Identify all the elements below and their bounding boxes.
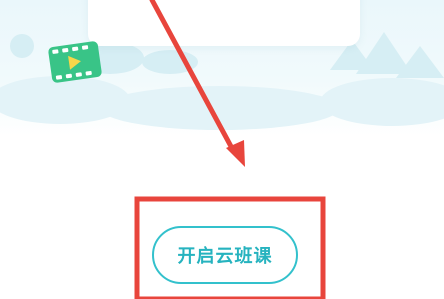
hero-illustration — [0, 0, 444, 135]
hero-card — [88, 0, 360, 46]
video-play-icon — [48, 41, 102, 83]
start-cloud-class-button[interactable]: 开启云班课 — [152, 226, 298, 284]
